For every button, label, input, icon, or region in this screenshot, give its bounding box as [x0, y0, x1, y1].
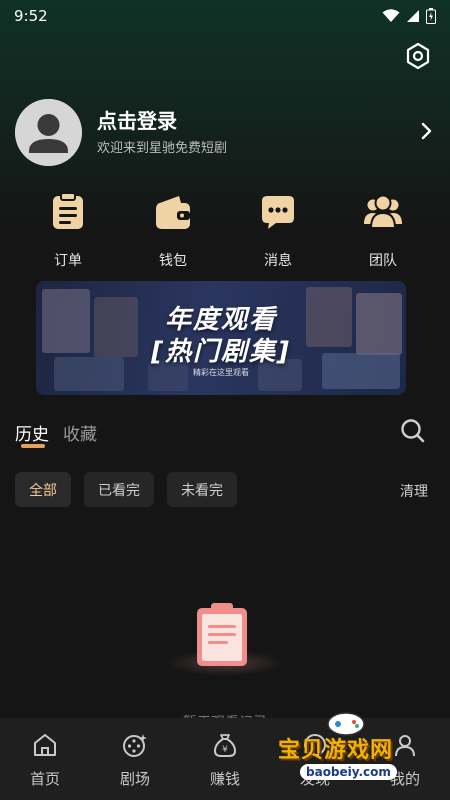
tab-favorites[interactable]: 收藏 [63, 420, 97, 445]
theater-icon [123, 734, 147, 757]
filter-all[interactable]: 全部 [15, 472, 71, 507]
quick-action-label: 消息 [264, 253, 292, 269]
history-favorites-tabs: 历史 收藏 [15, 420, 97, 448]
site-watermark: 宝贝游戏网 baobeiy.com [270, 708, 430, 792]
order-list-icon [53, 192, 83, 229]
nav-home[interactable]: 首页 [5, 732, 85, 789]
avatar [15, 98, 82, 166]
nav-label: 首页 [29, 770, 60, 788]
active-tab-indicator [21, 444, 45, 448]
banner-title-bracketed: [热门剧集] [151, 337, 291, 367]
login-profile-card[interactable]: 点击登录 欢迎来到星驰免费短剧 [15, 98, 435, 166]
battery-icon [426, 8, 436, 24]
quick-action-label: 团队 [369, 253, 397, 269]
wallet-icon [156, 196, 190, 229]
status-bar: 9:52 [0, 0, 450, 32]
clear-button[interactable]: 清理 [400, 481, 428, 501]
team-icon [364, 194, 402, 229]
quick-action-label: 钱包 [159, 253, 187, 269]
status-icons [382, 8, 436, 24]
watermark-url: baobeiy.com [300, 764, 397, 780]
status-time: 9:52 [14, 7, 48, 25]
nav-label: 剧场 [119, 770, 150, 788]
filter-finished[interactable]: 已看完 [84, 472, 154, 507]
empty-clipboard-icon [197, 603, 247, 666]
default-avatar-icon [15, 98, 82, 166]
banner-subtitle: 精彩在这里观看 [193, 368, 249, 377]
login-title: 点击登录 [97, 109, 177, 133]
settings-button[interactable] [404, 42, 432, 70]
nav-earn[interactable]: ¥ 赚钱 [185, 732, 265, 789]
search-icon [401, 419, 425, 443]
message-icon [262, 196, 294, 229]
money-bag-icon: ¥ [213, 734, 237, 757]
filter-unfinished[interactable]: 未看完 [167, 472, 237, 507]
welcome-text: 欢迎来到星驰免费短剧 [97, 141, 228, 156]
nav-theater[interactable]: 剧场 [95, 732, 175, 789]
quick-action-label: 订单 [54, 253, 82, 269]
quick-action-wallet[interactable]: 钱包 [133, 192, 213, 270]
tab-label: 历史 [15, 425, 49, 445]
cell-signal-icon [407, 10, 419, 22]
search-button[interactable] [400, 418, 426, 444]
quick-action-team[interactable]: 团队 [343, 192, 423, 270]
home-icon [34, 734, 56, 756]
wifi-icon [382, 9, 400, 22]
nav-label: 赚钱 [209, 770, 240, 788]
svg-text:¥: ¥ [222, 745, 228, 755]
quick-action-message[interactable]: 消息 [238, 192, 318, 270]
quick-action-order[interactable]: 订单 [28, 192, 108, 270]
promo-banner[interactable]: 年度观看 [热门剧集] 精彩在这里观看 [36, 281, 406, 395]
tab-history[interactable]: 历史 [15, 420, 49, 448]
quick-actions: 订单 钱包 消息 团队 [0, 192, 450, 272]
tab-label: 收藏 [63, 425, 97, 445]
watermark-text: 宝贝游戏网 [278, 738, 394, 763]
watch-filters: 全部 已看完 未看完 [15, 472, 237, 507]
gear-icon [406, 42, 430, 70]
chevron-right-icon [421, 122, 432, 140]
